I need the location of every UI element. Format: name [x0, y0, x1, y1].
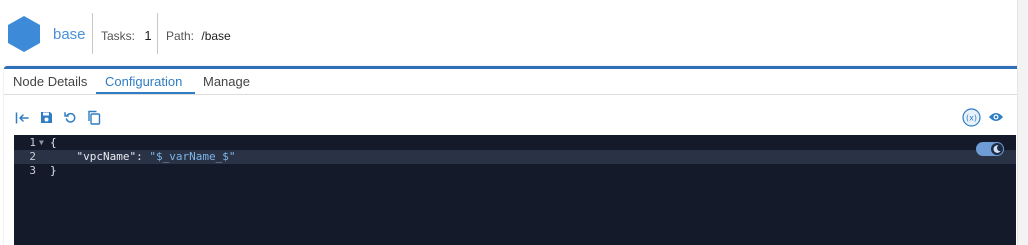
- variable-icon[interactable]: (x): [962, 108, 981, 127]
- header-divider: [157, 13, 158, 54]
- code-line[interactable]: 3 }: [14, 164, 1016, 178]
- copy-icon[interactable]: [87, 110, 101, 125]
- fold-arrow-icon[interactable]: ▼: [39, 136, 44, 150]
- toggle-knob: [991, 143, 1003, 155]
- active-tab-indicator: [96, 92, 195, 94]
- moon-icon: [993, 145, 1001, 153]
- header-divider: [92, 13, 93, 54]
- tab-configuration[interactable]: Configuration: [105, 74, 182, 90]
- tasks-count: 1: [144, 28, 152, 43]
- code-line-active[interactable]: 2 "vpcName": "$_varName_$": [14, 150, 1016, 164]
- theme-toggle[interactable]: [976, 142, 1004, 156]
- code-text: "vpcName": "$_varName_$": [50, 150, 236, 164]
- eye-icon[interactable]: [988, 111, 1004, 123]
- svg-text:(x): (x): [966, 114, 977, 123]
- page: base Tasks: 1 Path: /base Node Details C…: [0, 0, 1028, 245]
- line-number: 3: [29, 164, 36, 177]
- json-string-value: "$_varName_$": [149, 150, 236, 163]
- code-text: {: [50, 136, 57, 149]
- save-icon[interactable]: [40, 111, 53, 124]
- line-number: 2: [29, 150, 36, 163]
- undo-icon[interactable]: [64, 111, 77, 124]
- hexagon-node-icon: [8, 16, 40, 52]
- code-line[interactable]: 1 ▼ {: [14, 136, 1016, 150]
- details-panel: Node Details Configuration Manage (x) 1 …: [4, 66, 1027, 245]
- page-scrollbar[interactable]: [1017, 0, 1028, 245]
- path-value: /base: [201, 29, 231, 43]
- line-number: 1: [29, 136, 36, 149]
- tab-manage[interactable]: Manage: [203, 74, 250, 90]
- tasks-label: Tasks:: [101, 29, 136, 43]
- tasks-stat: Tasks: 1: [101, 28, 152, 44]
- path-label: Path:: [166, 29, 195, 43]
- json-key: "vpcName": [76, 150, 137, 163]
- path-stat: Path: /base: [166, 29, 231, 43]
- json-separator: :: [136, 150, 150, 163]
- node-name: base: [53, 26, 86, 43]
- import-icon[interactable]: [15, 111, 29, 125]
- tab-bar: Node Details Configuration Manage: [4, 69, 1027, 95]
- tab-node-details[interactable]: Node Details: [13, 74, 87, 90]
- code-text: }: [50, 164, 57, 177]
- json-code-editor[interactable]: 1 ▼ { 2 "vpcName": "$_varName_$" 3 }: [14, 135, 1016, 245]
- node-header: base Tasks: 1 Path: /base: [0, 0, 1028, 68]
